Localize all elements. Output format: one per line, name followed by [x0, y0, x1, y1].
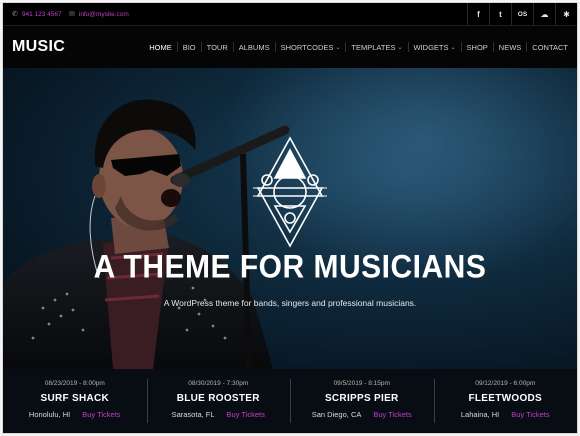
page-frame: ✆ 941 123 4567 ✉ info@mysite.com f t OS … — [2, 2, 578, 434]
nav-news-label: NEWS — [498, 42, 522, 52]
yelp-icon[interactable]: ✱ — [555, 3, 577, 25]
nav-shop[interactable]: SHOP — [460, 42, 493, 52]
hero-title: A THEME FOR MUSICIANS — [93, 249, 487, 286]
nav-templates[interactable]: TEMPLATES ⌄ — [345, 42, 407, 52]
top-bar: ✆ 941 123 4567 ✉ info@mysite.com f t OS … — [3, 3, 577, 26]
nav-shortcodes-label: SHORTCODES — [280, 42, 334, 52]
nav-tour-label: TOUR — [206, 42, 228, 52]
buy-tickets-link[interactable]: Buy Tickets — [82, 410, 120, 419]
main-nav: HOME BIO TOUR ALBUMS SHORTCODES ⌄ TEMPLAT… — [144, 26, 573, 68]
nav-widgets-label: WIDGETS — [413, 42, 449, 52]
lastfm-icon[interactable]: OS — [511, 3, 533, 25]
soundcloud-icon[interactable]: ☁ — [533, 3, 555, 25]
event-venue[interactable]: SURF SHACK — [3, 393, 147, 404]
event-venue[interactable]: SCRIPPS PIER — [290, 393, 434, 404]
event-date: 08/30/2019 - 7:30pm — [188, 380, 249, 387]
event-date: 09/12/2019 - 6:00pm — [475, 380, 536, 387]
phone-icon: ✆ — [12, 11, 18, 18]
upcoming-events-bar: 08/23/2019 - 8:00pm SURF SHACK Honolulu,… — [3, 369, 577, 433]
phone-number: 941 123 4567 — [21, 10, 62, 18]
email-address: info@mysite.com — [78, 10, 129, 18]
buy-tickets-link[interactable]: Buy Tickets — [511, 410, 549, 419]
email-contact[interactable]: ✉ info@mysite.com — [69, 3, 129, 25]
phone-contact[interactable]: ✆ 941 123 4567 — [12, 3, 62, 25]
nav-widgets[interactable]: WIDGETS ⌄ — [407, 42, 461, 52]
hero-photo-singer — [3, 68, 577, 369]
nav-home[interactable]: HOME — [144, 42, 177, 52]
nav-contact[interactable]: CONTACT — [526, 42, 573, 52]
event-location: San Diego, CA — [311, 410, 362, 419]
event-item: 08/23/2019 - 8:00pm SURF SHACK Honolulu,… — [3, 369, 147, 433]
event-item: 09/12/2019 - 6:00pm FLEETWOODS Lahaina, … — [433, 369, 578, 433]
event-venue[interactable]: BLUE ROOSTER — [147, 393, 291, 404]
hero-subtitle: A WordPress theme for bands, singers and… — [163, 298, 417, 308]
nav-tour[interactable]: TOUR — [200, 42, 233, 52]
event-location: Sarasota, FL — [171, 410, 215, 419]
event-location: Lahaina, HI — [460, 410, 500, 419]
event-item: 09/5/2019 - 8:15pm SCRIPPS PIER San Dieg… — [290, 369, 434, 433]
nav-news[interactable]: NEWS — [492, 42, 527, 52]
event-date: 08/23/2019 - 8:00pm — [44, 380, 105, 387]
mail-icon: ✉ — [69, 11, 75, 18]
nav-shortcodes[interactable]: SHORTCODES ⌄ — [274, 42, 346, 52]
nav-contact-label: CONTACT — [532, 42, 568, 52]
nav-albums-label: ALBUMS — [238, 42, 270, 52]
social-links: f t OS ☁ ✱ — [467, 3, 577, 25]
twitter-icon[interactable]: t — [489, 3, 511, 25]
site-header: MUSIC HOME BIO TOUR ALBUMS SHORTCODES ⌄ T… — [3, 26, 577, 68]
buy-tickets-link[interactable]: Buy Tickets — [227, 410, 265, 419]
nav-templates-label: TEMPLATES — [351, 42, 396, 52]
nav-albums[interactable]: ALBUMS — [232, 42, 275, 52]
event-date: 09/5/2019 - 8:15pm — [333, 380, 390, 387]
chevron-down-icon: ⌄ — [335, 44, 341, 51]
chevron-down-icon: ⌄ — [397, 44, 403, 51]
site-logo[interactable]: MUSIC — [12, 38, 65, 56]
nav-shop-label: SHOP — [466, 42, 488, 52]
buy-tickets-link[interactable]: Buy Tickets — [373, 410, 411, 419]
nav-bio-label: BIO — [182, 42, 196, 52]
facebook-icon[interactable]: f — [467, 3, 489, 25]
nav-home-label: HOME — [149, 42, 172, 52]
event-item: 08/30/2019 - 7:30pm BLUE ROOSTER Sarasot… — [146, 369, 291, 433]
chevron-down-icon: ⌄ — [450, 44, 456, 51]
event-location: Honolulu, HI — [28, 410, 71, 419]
event-venue[interactable]: FLEETWOODS — [434, 393, 578, 404]
hero-banner: A THEME FOR MUSICIANS A WordPress theme … — [3, 68, 577, 369]
nav-bio[interactable]: BIO — [176, 42, 201, 52]
